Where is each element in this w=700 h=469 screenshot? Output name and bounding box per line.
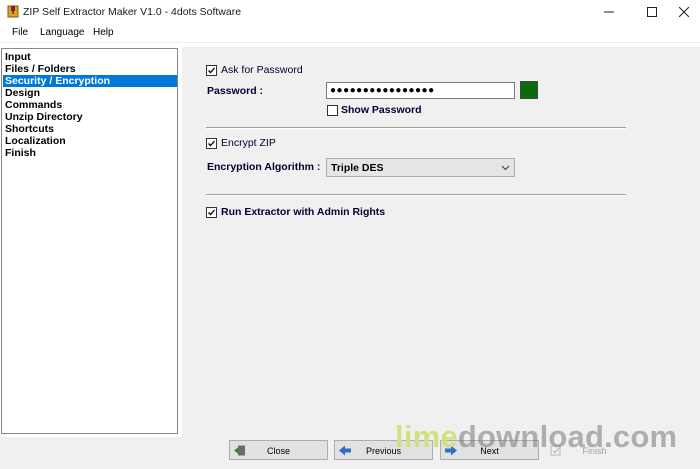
encryption-algorithm-label: Encryption Algorithm : [207, 161, 321, 173]
encrypt-zip-checkbox[interactable] [206, 138, 217, 149]
minimize-icon [604, 11, 614, 13]
sidebar-item-finish[interactable]: Finish [3, 147, 177, 159]
sidebar-nav: Input Files / Folders Security / Encrypt… [1, 48, 178, 434]
checkmark-icon [208, 67, 215, 74]
title-bar: ZIP Self Extractor Maker V1.0 - 4dots So… [0, 0, 700, 24]
menu-language[interactable]: Language [40, 27, 85, 38]
encrypt-zip-label[interactable]: Encrypt ZIP [221, 137, 276, 149]
watermark: limedownload.com [395, 419, 678, 454]
encryption-algorithm-select[interactable]: Triple DES [326, 158, 515, 177]
sidebar-item-security-encryption[interactable]: Security / Encryption [3, 75, 177, 87]
show-password-label[interactable]: Show Password [341, 104, 422, 116]
ask-password-label[interactable]: Ask for Password [221, 64, 303, 76]
encryption-algorithm-value: Triple DES [331, 162, 384, 174]
sidebar-item-unzip-directory[interactable]: Unzip Directory [3, 111, 177, 123]
sidebar-item-files-folders[interactable]: Files / Folders [3, 63, 177, 75]
separator [206, 194, 626, 196]
minimize-button[interactable] [586, 0, 632, 24]
ask-password-checkbox[interactable] [206, 65, 217, 76]
menu-bar: File Language Help [0, 24, 700, 43]
sidebar-item-design[interactable]: Design [3, 87, 177, 99]
app-icon [7, 5, 19, 18]
admin-rights-label[interactable]: Run Extractor with Admin Rights [221, 206, 385, 218]
sidebar-item-input[interactable]: Input [3, 51, 177, 63]
close-window-button[interactable] [661, 0, 700, 24]
close-icon [679, 7, 689, 17]
checkmark-icon [208, 209, 215, 216]
maximize-icon [647, 7, 657, 17]
checkmark-icon [208, 140, 215, 147]
separator [206, 127, 626, 129]
admin-rights-checkbox[interactable] [206, 207, 217, 218]
menu-file[interactable]: File [12, 27, 28, 38]
sidebar-item-shortcuts[interactable]: Shortcuts [3, 123, 177, 135]
menu-help[interactable]: Help [93, 27, 114, 38]
show-password-checkbox[interactable] [327, 105, 338, 116]
chevron-down-icon [501, 165, 510, 171]
password-field[interactable]: ●●●●●●●●●●●●●●●● [326, 82, 515, 99]
sidebar-item-localization[interactable]: Localization [3, 135, 177, 147]
close-button[interactable]: Close [229, 440, 328, 460]
sidebar-item-commands[interactable]: Commands [3, 99, 177, 111]
content-panel [182, 47, 700, 437]
password-label: Password : [207, 85, 264, 97]
password-color-button[interactable] [520, 81, 538, 99]
window-title: ZIP Self Extractor Maker V1.0 - 4dots So… [23, 6, 242, 18]
